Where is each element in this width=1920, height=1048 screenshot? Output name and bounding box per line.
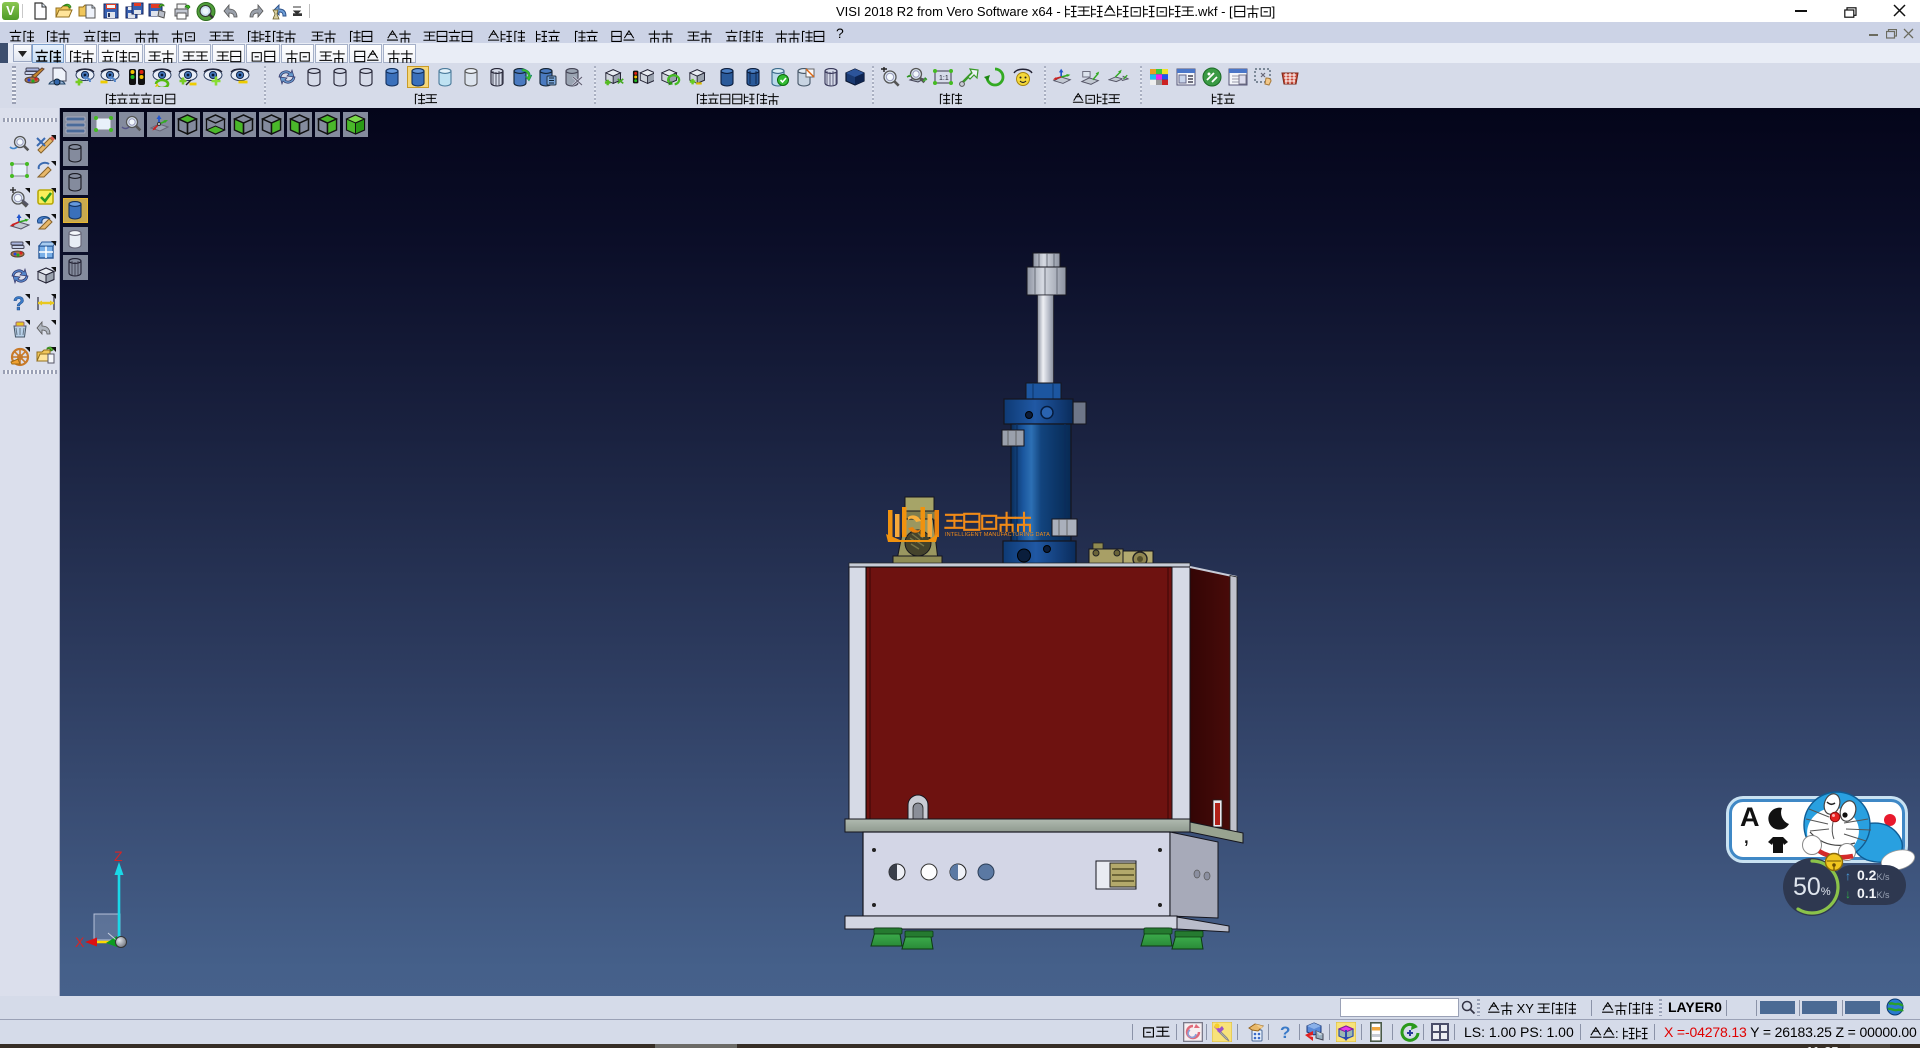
svg-text:Z: Z bbox=[114, 848, 123, 864]
svg-text:X: X bbox=[75, 934, 85, 950]
svg-text:?: ? bbox=[1280, 1023, 1290, 1042]
